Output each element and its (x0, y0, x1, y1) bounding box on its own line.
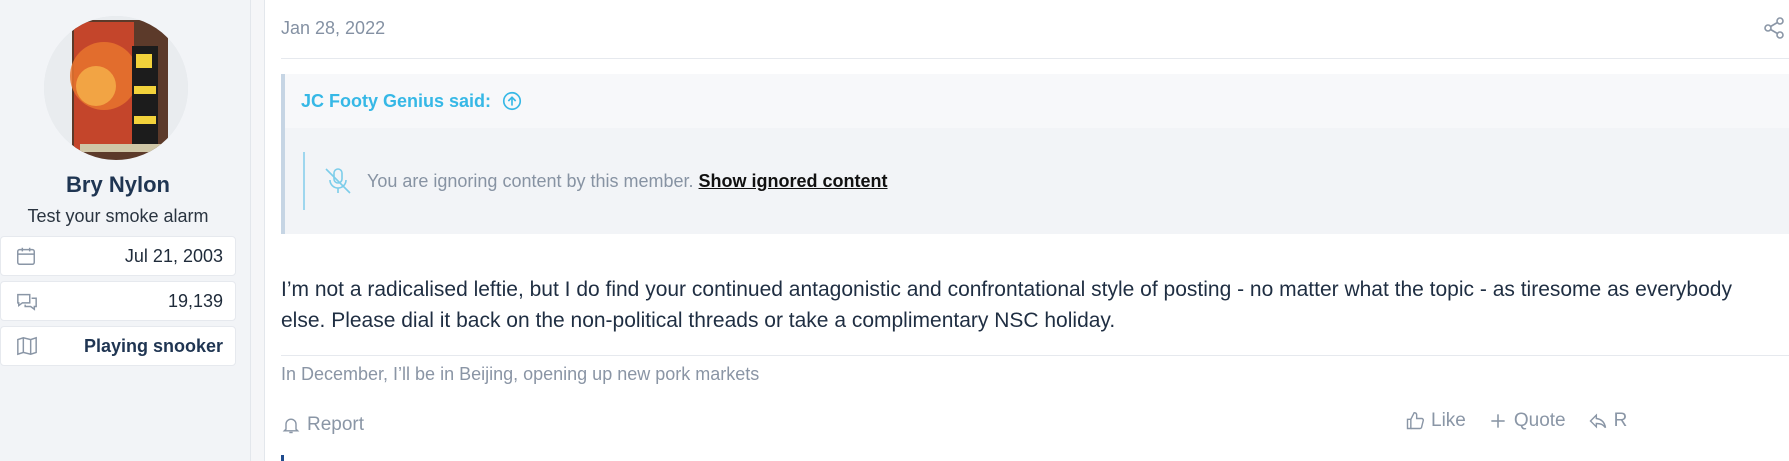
stat-joined: Jul 21, 2003 (0, 236, 236, 276)
reply-icon (1589, 413, 1606, 429)
report-label: Report (307, 414, 365, 435)
post-message: I’m not a radicalised leftie, but I do f… (281, 278, 1732, 332)
ignored-notice: You are ignoring content by this member.… (303, 152, 888, 210)
bell-icon (282, 418, 300, 434)
quote-label: Quote (1513, 410, 1566, 431)
quote-body: You are ignoring content by this member.… (285, 128, 1789, 234)
post-date[interactable]: Jan 28, 2022 (281, 18, 385, 39)
plus-icon (1491, 414, 1505, 428)
stat-messages: 19,139 (0, 281, 236, 321)
header-divider (281, 58, 1789, 59)
quote-block: JC Footy Genius said: You are ignoring c… (281, 74, 1789, 234)
avatar[interactable] (44, 16, 188, 160)
map-icon (15, 334, 39, 358)
location[interactable]: Playing snooker (84, 336, 223, 357)
quote-author[interactable]: JC Footy Genius said: (301, 91, 491, 112)
avatar-image (44, 16, 188, 160)
signature: In December, I’ll be in Beijing, opening… (281, 364, 760, 384)
quote-header[interactable]: JC Footy Genius said: (301, 90, 523, 112)
jump-to-quote-icon[interactable] (501, 90, 523, 112)
share-icon[interactable] (1762, 16, 1789, 44)
quote-button[interactable]: Quote (1488, 410, 1566, 432)
thumbs-up-icon (1406, 411, 1425, 430)
user-sidebar: Bry Nylon Test your smoke alarm Jul 21, … (0, 0, 251, 461)
like-button[interactable]: Like (1405, 410, 1466, 432)
messages-icon (15, 289, 39, 313)
like-label: Like (1431, 410, 1466, 431)
message-count[interactable]: 19,139 (168, 291, 223, 312)
user-title: Test your smoke alarm (27, 206, 209, 226)
signature-divider (281, 355, 1789, 356)
calendar-icon (15, 244, 39, 268)
reply-button[interactable]: R (1588, 410, 1628, 432)
microphone-slash-icon (321, 166, 355, 196)
post-main: Jan 28, 2022 JC Footy Genius said: You a… (264, 0, 1789, 461)
report-button[interactable]: Report (281, 414, 364, 436)
next-post-accent (281, 455, 284, 461)
joined-date: Jul 21, 2003 (124, 245, 223, 266)
stat-location: Playing snooker (0, 326, 236, 366)
reply-label: R (1613, 410, 1628, 431)
ignored-text: You are ignoring content by this member. (367, 170, 694, 191)
user-name[interactable]: Bry Nylon (0, 172, 236, 198)
show-ignored-link[interactable]: Show ignored content (699, 171, 888, 192)
post-actions: Report Like Quote R (281, 410, 1789, 440)
